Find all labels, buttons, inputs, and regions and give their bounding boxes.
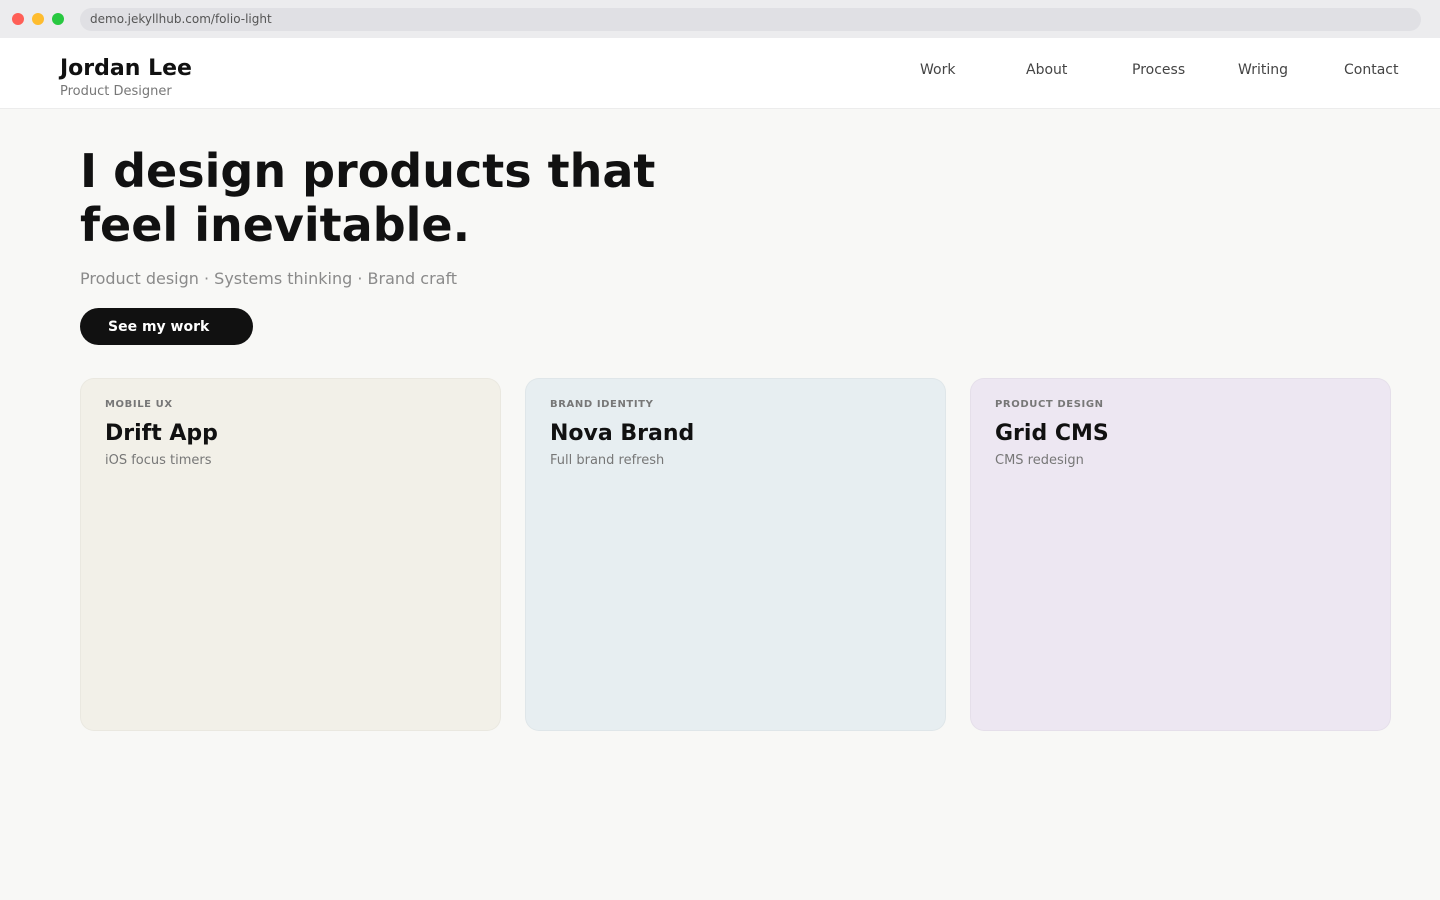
project-card-drift-app[interactable]: MOBILE UX Drift App iOS focus timers: [80, 378, 501, 731]
project-description: Full brand refresh: [550, 453, 665, 468]
browser-toolbar: demo.jekyllhub.com/folio-light: [0, 0, 1440, 38]
minimize-window-icon[interactable]: [32, 13, 44, 25]
nav-about[interactable]: About: [1026, 61, 1067, 79]
nav-contact[interactable]: Contact: [1344, 61, 1398, 79]
project-card-nova-brand[interactable]: BRAND IDENTITY Nova Brand Full brand ref…: [525, 378, 946, 731]
nav-writing[interactable]: Writing: [1238, 61, 1288, 79]
project-category: PRODUCT DESIGN: [995, 399, 1104, 410]
hero-title: I design products that feel inevitable.: [80, 144, 780, 252]
project-card-grid-cms[interactable]: PRODUCT DESIGN Grid CMS CMS redesign: [970, 378, 1391, 731]
project-description: CMS redesign: [995, 453, 1084, 468]
project-category: MOBILE UX: [105, 399, 173, 410]
site-name[interactable]: Jordan Lee: [60, 56, 192, 82]
nav-process[interactable]: Process: [1132, 61, 1185, 79]
project-description: iOS focus timers: [105, 453, 212, 468]
site-header: Jordan Lee Product Designer Work About P…: [0, 38, 1440, 109]
address-bar[interactable]: demo.jekyllhub.com/folio-light: [80, 8, 1421, 31]
nav-work[interactable]: Work: [920, 61, 955, 79]
project-category: BRAND IDENTITY: [550, 399, 654, 410]
project-title: Drift App: [105, 421, 218, 446]
hero-title-line-2: feel inevitable.: [80, 198, 471, 252]
hero-title-line-1: I design products that: [80, 144, 656, 198]
maximize-window-icon[interactable]: [52, 13, 64, 25]
close-window-icon[interactable]: [12, 13, 24, 25]
project-title: Nova Brand: [550, 421, 695, 446]
hero-subtitle: Product design · Systems thinking · Bran…: [80, 269, 458, 288]
project-title: Grid CMS: [995, 421, 1109, 446]
see-my-work-button[interactable]: See my work: [80, 308, 253, 345]
site-tagline: Product Designer: [60, 84, 172, 99]
